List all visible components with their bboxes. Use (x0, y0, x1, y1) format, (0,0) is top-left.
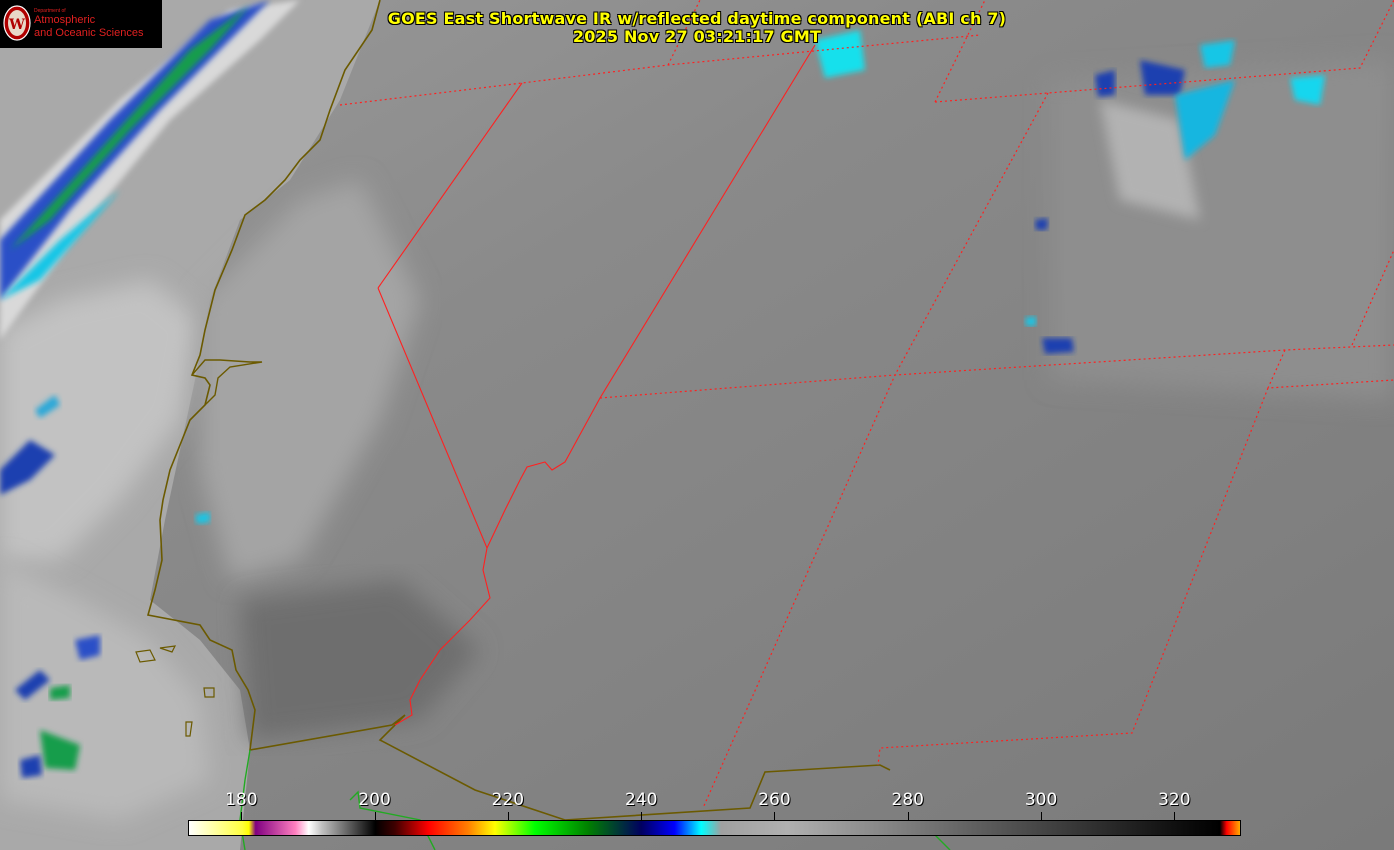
colorbar-tick-label: 300 (1024, 790, 1058, 810)
colorbar-tick-mark (507, 812, 509, 820)
colorbar-tick-mark (374, 812, 376, 820)
colorbar-tick-label: 320 (1158, 790, 1191, 810)
colorbar-tick-label: 180 (225, 790, 258, 810)
colorbar (188, 820, 1241, 836)
image-timestamp: 2025 Nov 27 03:21:17 GMT (572, 27, 822, 46)
colorbar-tick-mark (1174, 812, 1176, 820)
satellite-map: W Department of Atmospheric and Oceanic … (0, 0, 1394, 850)
cloud-cell-ne-8 (1042, 338, 1074, 354)
colorbar-tick-label: 220 (491, 790, 525, 810)
colorbar-tick-label: 260 (758, 790, 791, 810)
satellite-image (0, 0, 1394, 850)
colorbar-tick-label: 200 (358, 790, 391, 810)
colorbar-tick-mark (241, 812, 243, 820)
colorbar-tick-label: 280 (891, 790, 924, 810)
image-title: GOES East Shortwave IR w/reflected dayti… (387, 9, 1007, 28)
colorbar-tick-mark (774, 812, 776, 820)
colorbar-tick-mark (641, 812, 643, 820)
cloud-cell-ne-7 (1035, 218, 1048, 230)
colorbar-tick-mark (1041, 812, 1043, 820)
colorbar-tick-label: 240 (624, 790, 658, 810)
colorbar-tick-mark (907, 812, 909, 820)
